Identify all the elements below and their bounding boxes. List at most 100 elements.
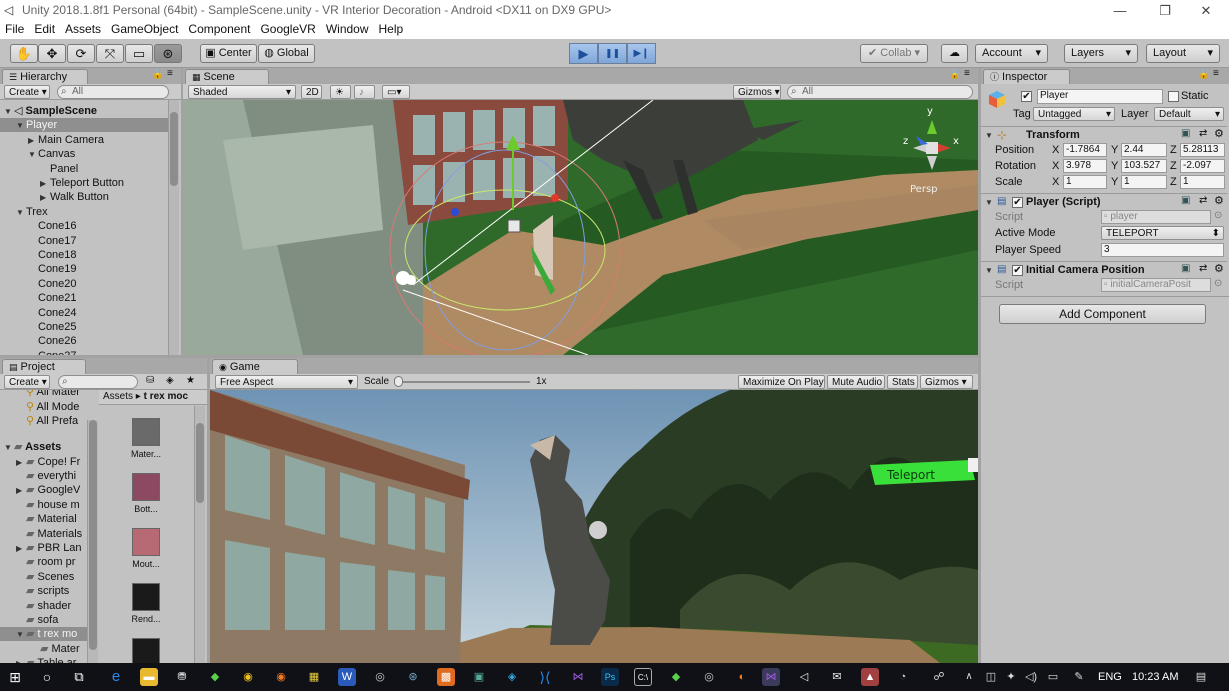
hierarchy-scrollbar[interactable] (168, 100, 179, 355)
notifications-icon[interactable]: ▤ (1192, 668, 1210, 686)
lock-icon[interactable]: 🔒 (1198, 69, 1209, 80)
hierarchy-row[interactable]: Cone26 (28, 334, 77, 348)
create-dropdown[interactable]: Create ▾ (4, 85, 50, 99)
language-indicator[interactable]: ENG (1098, 671, 1122, 683)
close-button[interactable]: ✕ (1186, 0, 1226, 21)
project-folder[interactable]: ▶ ▰ PBR Lan (16, 541, 82, 555)
menu-edit[interactable]: Edit (29, 21, 60, 38)
hierarchy-row[interactable]: Panel (40, 162, 78, 176)
app-icon[interactable]: ▩ (437, 668, 455, 686)
edge-browser-icon[interactable]: e (107, 668, 125, 686)
search-icon[interactable]: ○ (38, 668, 56, 686)
tab-game[interactable]: ◉ Game (212, 359, 298, 374)
volume-icon[interactable]: ◁) (1022, 668, 1040, 686)
saved-search-item[interactable]: ⚲ All Prefa (26, 414, 78, 428)
cloud-icon[interactable]: ☁ (941, 44, 968, 63)
tag-dropdown[interactable]: Untagged ▾ (1033, 107, 1115, 121)
menu-component[interactable]: Component (183, 21, 255, 38)
folder-thumbnail[interactable] (132, 418, 160, 446)
foldout-arrow-icon[interactable]: ▶ (28, 134, 38, 148)
rotate-tool-icon[interactable]: ⟳ (67, 44, 95, 63)
hierarchy-row[interactable]: Cone20 (28, 277, 77, 291)
hierarchy-row[interactable]: Cone24 (28, 306, 77, 320)
shading-dropdown[interactable]: Shaded ▾ (188, 85, 296, 99)
foldout-arrow-icon[interactable]: ▶ (16, 542, 26, 556)
project-folder[interactable]: ▶ ▰ Cope! Fr (16, 455, 80, 469)
breadcrumb-current[interactable]: t rex moc (144, 391, 188, 402)
camera-script-enabled-checkbox[interactable]: ✔ (1012, 265, 1023, 276)
project-folder[interactable]: ▼ ▰ t rex mo (16, 627, 77, 641)
vscode-icon[interactable]: ⟩⟨ (536, 668, 554, 686)
foldout-arrow-icon[interactable]: ▼ (16, 206, 26, 220)
hierarchy-row[interactable]: ▼ ◁ SampleScene (4, 104, 97, 118)
word-icon[interactable]: W (338, 668, 356, 686)
project-folder[interactable]: ▰ shader (16, 599, 71, 613)
project-folder[interactable]: ▰ Materials (16, 527, 82, 541)
project-folder[interactable]: ▰ Scenes (16, 570, 74, 584)
position-z-input[interactable]: 5.28113 (1180, 143, 1225, 157)
foldout-arrow-icon[interactable]: ▶ (40, 177, 50, 191)
position-y-input[interactable]: 2.44 (1121, 143, 1167, 157)
rotation-x-input[interactable]: 3.978 (1063, 159, 1107, 173)
network-icon[interactable]: ◫ (982, 668, 1000, 686)
gear-icon[interactable]: ⚙ (1214, 262, 1224, 275)
texture-thumbnail[interactable] (132, 528, 160, 556)
panel-menu-icon[interactable]: ≡ (964, 68, 970, 79)
gizmos-dropdown[interactable]: Gizmos ▾ (920, 375, 973, 389)
project-folder[interactable]: ▰ room pr (16, 555, 75, 569)
foldout-arrow-icon[interactable]: ▶ (16, 456, 26, 470)
layers-dropdown[interactable]: Layers ▾ (1064, 44, 1138, 63)
object-name-input[interactable]: Player (1037, 89, 1163, 104)
app-icon[interactable]: ▣ (470, 668, 488, 686)
game-viewport[interactable]: Teleport (210, 390, 978, 663)
rotation-y-input[interactable]: 103.527 (1121, 159, 1167, 173)
file-explorer-icon[interactable]: ▬ (140, 668, 158, 686)
foldout-arrow-icon[interactable]: ▼ (16, 119, 26, 133)
player-script-enabled-checkbox[interactable]: ✔ (1012, 197, 1023, 208)
pause-button[interactable]: ❚❚ (598, 43, 627, 64)
reference-icon[interactable]: ▣ (1181, 195, 1190, 206)
foldout-arrow-icon[interactable]: ▼ (4, 441, 14, 455)
project-folder[interactable]: ▰ scripts (16, 584, 69, 598)
pivot-center-toggle[interactable]: ▣ Center (200, 44, 257, 63)
hierarchy-row[interactable]: ▼ Player (16, 118, 57, 132)
project-grid-scrollbar[interactable] (194, 406, 205, 663)
foldout-arrow-icon[interactable]: ▼ (985, 198, 993, 207)
visual-studio-active-icon[interactable]: ⋈ (762, 668, 780, 686)
create-dropdown[interactable]: Create ▾ (4, 375, 50, 389)
task-view-icon[interactable]: ⧉ (70, 668, 88, 686)
gear-icon[interactable]: ⚙ (1214, 194, 1224, 207)
mail-icon[interactable]: ✉ (828, 668, 846, 686)
photoshop-icon[interactable]: Ps (601, 668, 619, 686)
scrollbar-thumb[interactable] (89, 420, 97, 650)
foldout-arrow-icon[interactable]: ▼ (4, 105, 14, 119)
scale-slider-thumb[interactable] (394, 376, 403, 387)
project-folder[interactable]: ▰ house m (16, 498, 80, 512)
step-button[interactable]: ▶❙ (627, 43, 656, 64)
app-icon[interactable]: ◆ (206, 668, 224, 686)
layout-dropdown[interactable]: Layout ▾ (1146, 44, 1220, 63)
preset-icon[interactable]: ⇄ (1199, 263, 1207, 274)
minimize-button[interactable]: — (1100, 0, 1140, 21)
assets-root[interactable]: ▼ ▰ Assets (4, 440, 61, 454)
transform-tool-icon[interactable]: ⊛ (154, 44, 182, 63)
hierarchy-row[interactable]: ▶ Main Camera (28, 133, 104, 147)
player-script-header[interactable]: ▼ ▤ ✔ Player (Script) ▣ ⇄ ⚙ (981, 193, 1227, 210)
pivot-global-toggle[interactable]: ◍ Global (258, 44, 315, 63)
chrome-icon[interactable]: ◉ (239, 668, 257, 686)
battery-icon[interactable]: ▭ (1044, 668, 1062, 686)
hierarchy-row[interactable]: Cone19 (28, 262, 77, 276)
active-mode-dropdown[interactable]: TELEPORT ⬍ (1101, 226, 1224, 240)
layer-dropdown[interactable]: Default ▾ (1154, 107, 1224, 121)
clock[interactable]: 10:23 AM (1132, 671, 1178, 683)
hierarchy-row[interactable]: ▼ Trex (16, 205, 48, 219)
lock-icon[interactable]: 🔒 (152, 69, 163, 80)
account-dropdown[interactable]: Account ▾ (975, 44, 1048, 63)
project-folder[interactable]: ▰ everythi (16, 469, 76, 483)
menu-help[interactable]: Help (374, 21, 409, 38)
lock-icon[interactable]: 🔒 (949, 69, 960, 80)
add-component-button[interactable]: Add Component (999, 304, 1206, 324)
tab-hierarchy[interactable]: ☰ Hierarchy (2, 69, 88, 84)
folder-app-icon[interactable]: ▦ (305, 668, 323, 686)
unity-icon[interactable]: ◁ (795, 668, 813, 686)
